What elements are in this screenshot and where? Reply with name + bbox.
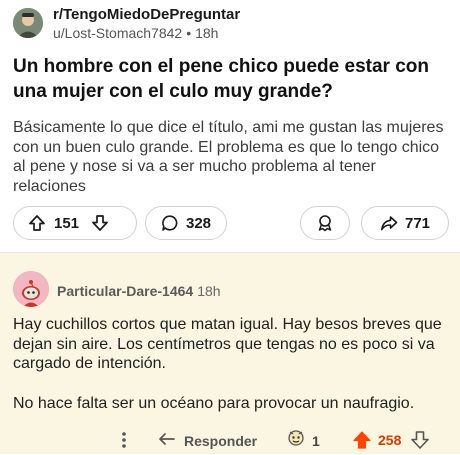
comment-author[interactable]: Particular-Dare-1464: [57, 283, 193, 299]
post-vote-count: 151: [54, 214, 80, 232]
share-button[interactable]: 771: [361, 206, 449, 240]
vote-pill: 151: [13, 206, 137, 240]
reply-button[interactable]: Responder: [158, 430, 257, 451]
reply-arrow-icon: [158, 430, 176, 451]
post-author[interactable]: u/Lost-Stomach7842: [53, 25, 182, 41]
post-age: 18h: [195, 25, 219, 41]
comment-card: Particular-Dare-1464 18h Hay cuchillos co…: [0, 253, 460, 454]
comment-age: 18h: [197, 283, 221, 299]
award-icon: [316, 214, 334, 232]
vertical-dots-icon[interactable]: [118, 430, 130, 450]
comment-author-line: Particular-Dare-1464 18h: [57, 283, 221, 299]
post-card: r/TengoMiedoDePreguntar u/Lost-Stomach78…: [0, 0, 460, 252]
arrow-up-icon[interactable]: [28, 214, 46, 232]
post-title[interactable]: Un hombre con el pene chico puede estar …: [13, 54, 449, 104]
arrow-down-icon[interactable]: [410, 430, 430, 455]
award-button[interactable]: [300, 206, 350, 240]
award-icon: [285, 428, 307, 453]
reply-label: Responder: [184, 432, 258, 449]
share-count: 771: [404, 214, 431, 232]
comment-paragraph: Hay cuchillos cortos que matan igual. Ha…: [13, 316, 442, 372]
speech-bubble-icon: [161, 214, 179, 232]
snoo-avatar-icon[interactable]: [13, 271, 49, 307]
comment-count: 328: [185, 214, 212, 232]
share-arrow-icon: [380, 214, 398, 232]
comment-award-button[interactable]: 1: [285, 428, 320, 453]
arrow-down-icon[interactable]: [91, 214, 109, 232]
post-meta: u/Lost-Stomach7842 • 18h: [53, 25, 218, 41]
meta-separator: •: [186, 25, 192, 41]
award-count: 1: [312, 432, 320, 449]
comments-button[interactable]: 328: [145, 206, 227, 240]
comment-score: 258: [378, 432, 402, 448]
community-avatar-icon[interactable]: [13, 8, 43, 38]
comment-body: Hay cuchillos cortos que matan igual. Ha…: [13, 315, 449, 413]
comment-actions: Responder 1 258: [0, 428, 460, 452]
comment-paragraph: No hace falta ser un océano para provoca…: [13, 394, 415, 412]
subreddit-name[interactable]: r/TengoMiedoDePreguntar: [53, 6, 240, 23]
post-body: Básicamente lo que dice el título, ami m…: [13, 119, 444, 195]
arrow-up-icon[interactable]: [352, 430, 372, 455]
